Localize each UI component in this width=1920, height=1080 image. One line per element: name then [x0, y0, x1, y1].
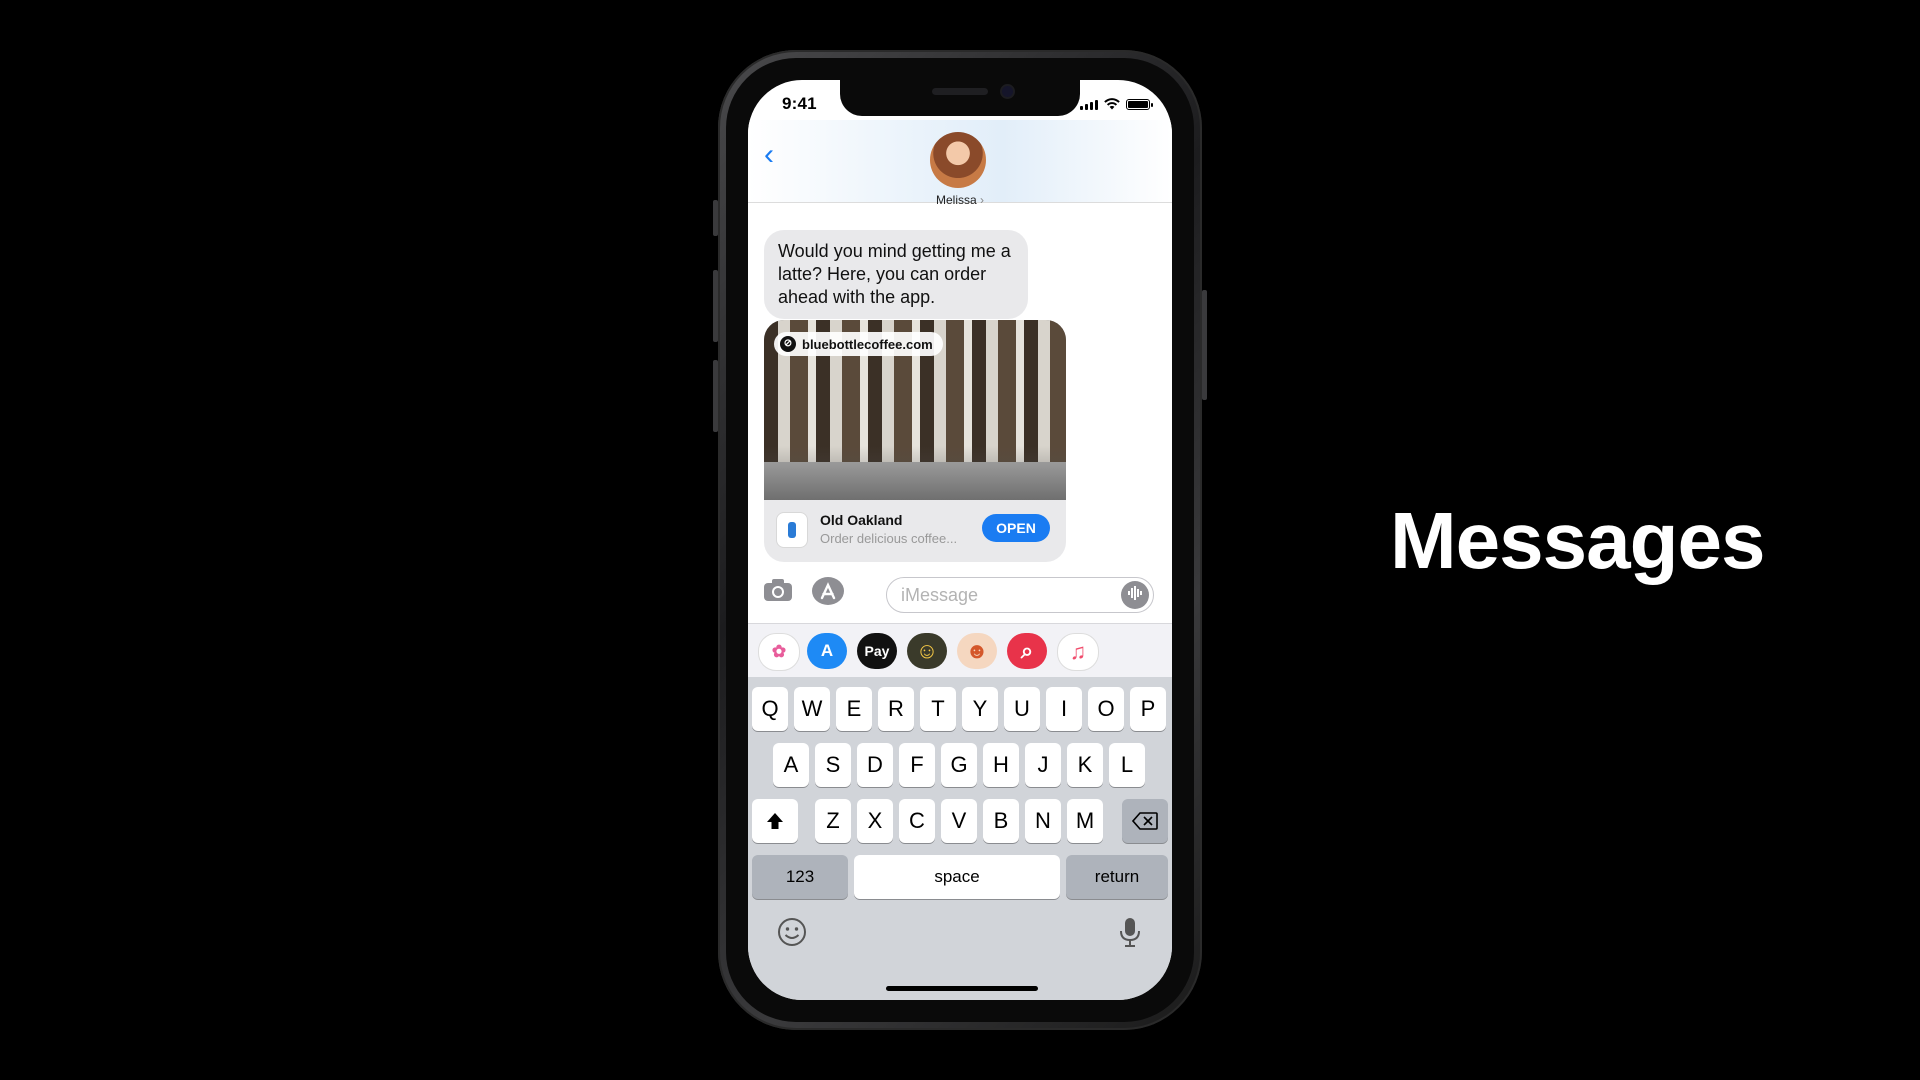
conversation-header: ‹ Melissa ›: [748, 120, 1172, 207]
chevron-right-icon: ›: [980, 193, 985, 207]
key-j[interactable]: J: [1025, 743, 1061, 787]
music-app-icon[interactable]: ♫: [1057, 633, 1099, 671]
app-clip-bar: Old Oakland Order delicious coffee... OP…: [764, 500, 1066, 562]
open-button[interactable]: OPEN: [982, 514, 1050, 542]
microphone-glyph: [1120, 918, 1140, 947]
key-t[interactable]: T: [920, 687, 956, 731]
contact-name: Melissa: [935, 193, 977, 207]
blue-bottle-app-icon: [776, 512, 808, 548]
status-time: 9:41: [782, 94, 817, 113]
photo-sidewalk: [764, 462, 1066, 500]
return-key[interactable]: return: [1066, 855, 1168, 899]
contact-avatar[interactable]: [930, 132, 986, 188]
key-z[interactable]: Z: [815, 799, 851, 843]
backspace-icon: [1131, 812, 1158, 830]
key-a[interactable]: A: [773, 743, 809, 787]
app-store-glyph: [812, 577, 844, 605]
app-drawer: ✿ A Pay ☺ ☻ ⌕ ♫: [748, 623, 1172, 678]
app-store-drawer-icon[interactable]: [808, 576, 848, 610]
volume-up-button: [713, 270, 718, 342]
key-k[interactable]: K: [1067, 743, 1103, 787]
key-n[interactable]: N: [1025, 799, 1061, 843]
key-s[interactable]: S: [815, 743, 851, 787]
memoji-icon[interactable]: ☺: [907, 633, 947, 669]
apple-pay-icon[interactable]: Pay: [857, 633, 897, 669]
phone-notch: [840, 80, 1080, 116]
side-button: [1202, 290, 1207, 400]
front-camera: [1002, 86, 1013, 97]
key-c[interactable]: C: [899, 799, 935, 843]
safari-compass-icon: ⊘: [780, 336, 796, 352]
imessage-placeholder: iMessage: [901, 585, 979, 605]
phone-screen: 9:41 ‹ Melissa › Would you mind getting …: [748, 80, 1172, 1000]
camera-glyph: [764, 579, 792, 601]
key-r[interactable]: R: [878, 687, 914, 731]
incoming-message-bubble[interactable]: Would you mind getting me a latte? Here,…: [764, 230, 1028, 319]
space-key[interactable]: space: [854, 855, 1060, 899]
key-b[interactable]: B: [983, 799, 1019, 843]
audio-waveform-icon[interactable]: [1121, 581, 1149, 609]
message-text: Would you mind getting me a latte? Here,…: [778, 241, 1011, 307]
storefront-photo: ⊘ bluebottlecoffee.com: [764, 320, 1066, 500]
key-x[interactable]: X: [857, 799, 893, 843]
key-g[interactable]: G: [941, 743, 977, 787]
url-pill[interactable]: ⊘ bluebottlecoffee.com: [774, 332, 943, 356]
camera-icon[interactable]: [758, 576, 798, 610]
status-icons: [1080, 98, 1153, 110]
microphone-icon[interactable]: [1118, 916, 1142, 955]
emoji-glyph: [778, 918, 806, 946]
link-preview-card[interactable]: ⊘ bluebottlecoffee.com Old Oakland Order…: [764, 320, 1066, 562]
key-l[interactable]: L: [1109, 743, 1145, 787]
cellular-signal-icon: [1080, 100, 1098, 110]
key-p[interactable]: P: [1130, 687, 1166, 731]
key-o[interactable]: O: [1088, 687, 1124, 731]
delete-key[interactable]: [1122, 799, 1168, 843]
contact-name-button[interactable]: Melissa ›: [748, 193, 1172, 207]
card-url: bluebottlecoffee.com: [802, 336, 933, 352]
app-clip-subtitle: Order delicious coffee...: [820, 531, 958, 546]
key-i[interactable]: I: [1046, 687, 1082, 731]
earpiece-speaker: [932, 88, 988, 95]
images-search-icon[interactable]: ⌕: [1007, 633, 1047, 669]
key-m[interactable]: M: [1067, 799, 1103, 843]
shift-key[interactable]: [752, 799, 798, 843]
key-e[interactable]: E: [836, 687, 872, 731]
key-h[interactable]: H: [983, 743, 1019, 787]
key-d[interactable]: D: [857, 743, 893, 787]
app-clip-name: Old Oakland: [820, 512, 903, 528]
battery-icon: [1126, 99, 1153, 110]
key-f[interactable]: F: [899, 743, 935, 787]
key-y[interactable]: Y: [962, 687, 998, 731]
key-w[interactable]: W: [794, 687, 830, 731]
slide-title: Messages: [1390, 496, 1765, 585]
shift-arrow-icon: [767, 813, 783, 829]
key-q[interactable]: Q: [752, 687, 788, 731]
emoji-icon[interactable]: [776, 916, 808, 955]
memoji-sticker-icon[interactable]: ☻: [957, 633, 997, 669]
key-v[interactable]: V: [941, 799, 977, 843]
keyboard: Q W E R T Y U I O P A S D F G H J K L Z …: [748, 677, 1172, 1000]
wifi-icon: [1104, 98, 1120, 110]
numbers-key[interactable]: 123: [752, 855, 848, 899]
home-indicator[interactable]: [886, 986, 1038, 991]
app-store-icon[interactable]: A: [807, 633, 847, 669]
mute-switch: [713, 200, 718, 236]
imessage-input[interactable]: iMessage: [886, 577, 1154, 613]
photos-app-icon[interactable]: ✿: [758, 633, 800, 671]
back-chevron-icon[interactable]: ‹: [764, 140, 774, 170]
waveform-glyph: [1128, 586, 1142, 600]
key-u[interactable]: U: [1004, 687, 1040, 731]
volume-down-button: [713, 360, 718, 432]
